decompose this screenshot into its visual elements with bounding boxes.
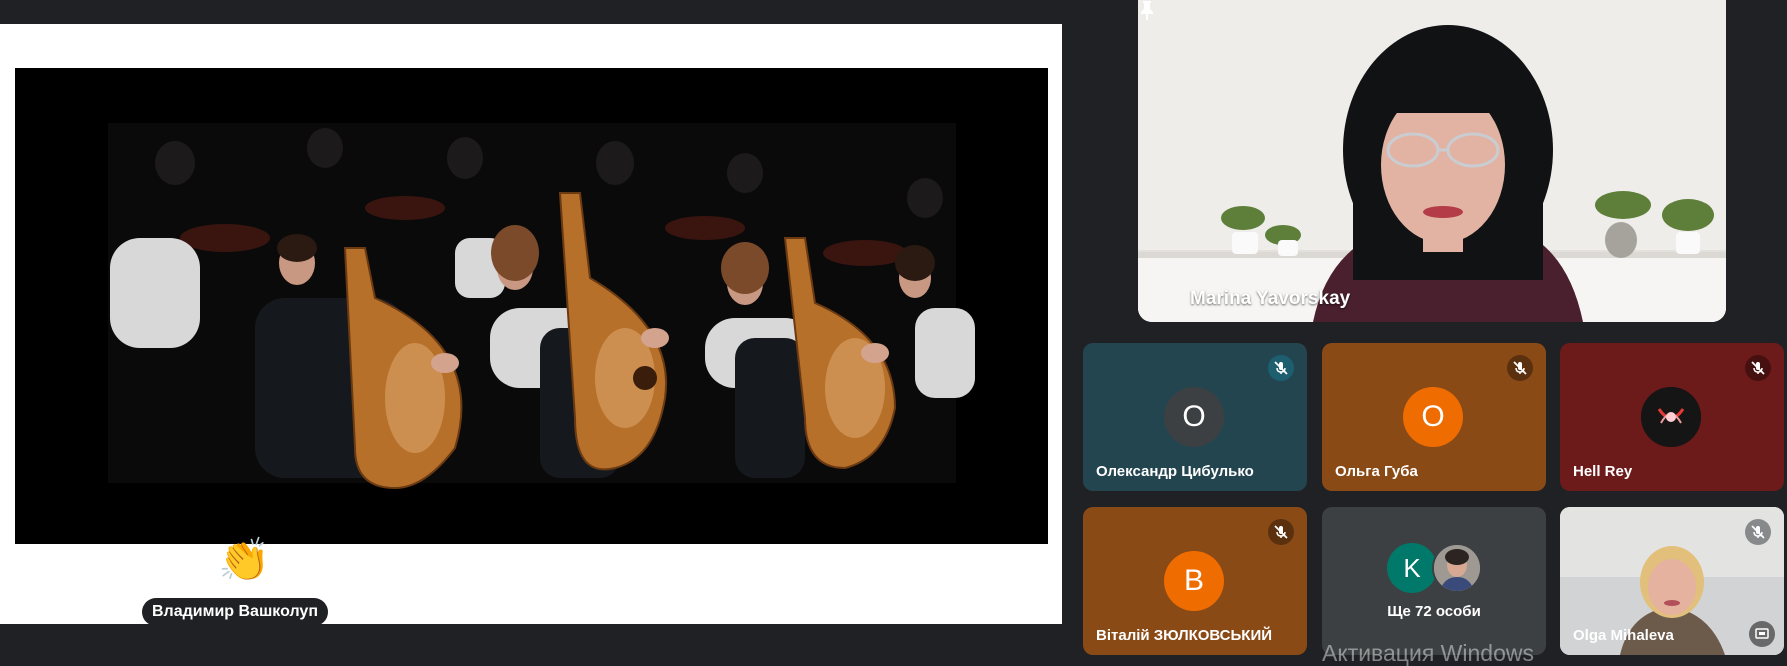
avatar bbox=[1641, 387, 1701, 447]
avatar: О bbox=[1403, 387, 1463, 447]
participant-tile[interactable]: В Віталій ЗЮЛКОВСЬКИЙ bbox=[1083, 507, 1307, 655]
mic-off-icon bbox=[1745, 519, 1771, 545]
mic-off-icon bbox=[1268, 355, 1294, 381]
mic-off-icon bbox=[1268, 519, 1294, 545]
featured-speaker-tile[interactable]: Marina Yavorskay bbox=[1138, 0, 1726, 322]
participant-name: Hell Rey bbox=[1573, 463, 1633, 480]
avatar: K bbox=[1387, 543, 1437, 593]
mic-off-icon bbox=[1507, 355, 1533, 381]
present-screen-icon[interactable] bbox=[1749, 621, 1775, 647]
featured-speaker-name: Marina Yavorskay bbox=[1190, 288, 1351, 309]
reaction-sender-name: Владимир Вашколуп bbox=[142, 598, 328, 626]
participant-tile[interactable]: Olga Mihaleva bbox=[1560, 507, 1784, 655]
more-participants-tile[interactable]: K Ще 72 особи bbox=[1322, 507, 1546, 655]
mic-off-icon bbox=[1745, 355, 1771, 381]
windows-activation-watermark: Активация Windows bbox=[1322, 640, 1534, 666]
pin-icon[interactable] bbox=[1138, 0, 1156, 20]
participant-name: Olga Mihaleva bbox=[1573, 627, 1674, 644]
participant-name: Віталій ЗЮЛКОВСЬКИЙ bbox=[1096, 627, 1273, 644]
avatar: О bbox=[1164, 387, 1224, 447]
participant-tile[interactable]: О Олександр Цибулько bbox=[1083, 343, 1307, 491]
participant-name: Олександр Цибулько bbox=[1096, 463, 1254, 480]
presentation-area: 👏 Владимир Вашколуп bbox=[0, 24, 1062, 626]
participant-name: Ольга Губа bbox=[1335, 463, 1418, 480]
clapping-hands-icon: 👏 bbox=[218, 535, 271, 584]
more-participants-label: Ще 72 особи bbox=[1387, 603, 1481, 620]
participant-tile[interactable]: Hell Rey bbox=[1560, 343, 1784, 491]
participant-tile[interactable]: О Ольга Губа bbox=[1322, 343, 1546, 491]
presented-video[interactable] bbox=[15, 68, 1048, 544]
avatar-photo bbox=[1432, 543, 1482, 593]
avatar: В bbox=[1164, 551, 1224, 611]
